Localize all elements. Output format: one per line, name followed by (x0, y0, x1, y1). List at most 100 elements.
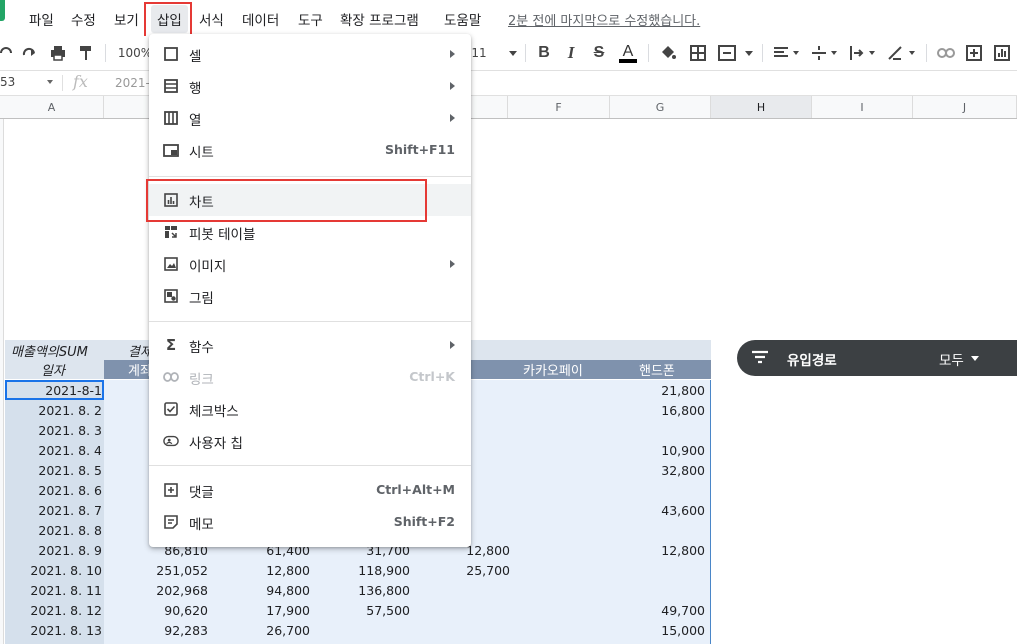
value-cell[interactable]: 25,700 (412, 560, 510, 580)
menu-item-people-chip[interactable]: 사용자 칩 (149, 425, 471, 457)
value-cell[interactable] (310, 620, 410, 640)
value-cell[interactable] (510, 520, 705, 540)
merge-dropdown-icon[interactable] (744, 43, 754, 63)
date-cell[interactable]: 2021. 8. 8 (5, 520, 102, 540)
date-cell[interactable]: 2021. 8. 11 (5, 580, 102, 600)
menu-item-checkbox[interactable]: 체크박스 (149, 393, 471, 425)
paint-format-icon[interactable] (76, 43, 96, 63)
menu-view[interactable]: 보기 (114, 9, 139, 29)
value-cell[interactable]: 26,700 (208, 620, 310, 640)
merge-cells-icon[interactable] (716, 43, 738, 63)
value-cell[interactable]: 92,283 (104, 620, 208, 640)
print-icon[interactable] (48, 43, 68, 63)
text-color-icon[interactable]: A (617, 43, 639, 63)
date-cell[interactable]: 2021. 8. 13 (5, 620, 102, 640)
value-cell[interactable]: 94,800 (208, 580, 310, 600)
value-cell[interactable]: 16,800 (510, 400, 705, 420)
pivot-values-label[interactable]: 매출액의SUM (11, 341, 88, 360)
value-cell[interactable]: 118,900 (310, 560, 410, 580)
menu-item-image[interactable]: 이미지 (149, 248, 471, 280)
menu-insert[interactable]: 삽입 (151, 5, 188, 33)
column-header-h[interactable]: H (711, 96, 812, 118)
value-cell[interactable]: 49,700 (510, 600, 705, 620)
value-cell[interactable]: 15,000 (510, 620, 705, 640)
strikethrough-icon[interactable]: S (590, 43, 608, 63)
chevron-down-icon[interactable] (971, 356, 979, 361)
date-cell[interactable]: 2021. 8. 5 (5, 460, 102, 480)
menu-item-column[interactable]: 열 (149, 102, 471, 134)
redo-icon[interactable] (20, 43, 40, 63)
filter-value[interactable]: 모두 (939, 349, 964, 369)
value-cell[interactable] (412, 600, 510, 620)
font-size-field[interactable]: 11 (471, 43, 486, 63)
date-cell[interactable]: 2021. 8. 7 (5, 500, 102, 520)
menu-item-note[interactable]: 메모 Shift+F2 (149, 506, 471, 538)
menu-item-cell[interactable]: 셀 (149, 38, 471, 70)
value-cell[interactable]: 57,500 (310, 600, 410, 620)
menu-item-chart[interactable]: 차트 (149, 184, 471, 216)
menu-item-function[interactable]: Σ 함수 (149, 329, 471, 361)
fill-color-icon[interactable] (658, 43, 678, 63)
value-cell[interactable]: 202,968 (104, 580, 208, 600)
date-cell[interactable]: 2021. 8. 2 (5, 400, 102, 420)
menu-item-row[interactable]: 행 (149, 70, 471, 102)
menu-item-drawing[interactable]: 그림 (149, 280, 471, 312)
borders-icon[interactable] (688, 43, 708, 63)
name-box-dropdown-icon[interactable] (47, 80, 53, 84)
sheets-logo-icon[interactable] (0, 0, 5, 21)
menu-file[interactable]: 파일 (29, 9, 54, 29)
text-rotation-icon[interactable] (886, 43, 918, 63)
horizontal-align-icon[interactable] (772, 43, 802, 63)
menu-item-sheet[interactable]: 시트 Shift+F11 (149, 134, 471, 166)
column-header-f[interactable]: F (508, 96, 610, 118)
date-cell[interactable]: 2021. 8. 9 (5, 540, 102, 560)
value-cell[interactable] (510, 480, 705, 500)
column-header-a[interactable]: A (0, 96, 104, 118)
value-cell[interactable]: 17,900 (208, 600, 310, 620)
menu-item-pivot-table[interactable]: 피봇 테이블 (149, 216, 471, 248)
value-cell[interactable]: 12,800 (208, 560, 310, 580)
date-cell[interactable]: 2021. 8. 10 (5, 560, 102, 580)
zoom-select[interactable]: 100% (118, 43, 152, 63)
value-cell[interactable]: 21,800 (510, 380, 705, 400)
column-header-j[interactable]: J (913, 96, 1017, 118)
menu-extensions[interactable]: 확장 프로그램 (340, 9, 419, 29)
value-cell[interactable]: 10,900 (510, 440, 705, 460)
value-cell[interactable] (412, 580, 510, 600)
date-cell[interactable]: 2021-8-1 (5, 380, 102, 400)
column-header-i[interactable]: I (812, 96, 913, 118)
menu-edit[interactable]: 수정 (71, 9, 96, 29)
date-cell[interactable]: 2021. 8. 12 (5, 600, 102, 620)
name-box[interactable]: 53 (0, 75, 15, 89)
value-cell[interactable]: 43,600 (510, 500, 705, 520)
vertical-align-icon[interactable] (810, 43, 840, 63)
value-cell[interactable]: 251,052 (104, 560, 208, 580)
value-cell[interactable]: 136,800 (310, 580, 410, 600)
date-cell[interactable]: 2021. 8. 3 (5, 420, 102, 440)
value-cell[interactable] (510, 580, 705, 600)
filter-chip[interactable]: 유입경로 모두 (737, 340, 1017, 376)
insert-link-icon[interactable] (936, 43, 956, 63)
menu-data[interactable]: 데이터 (242, 9, 279, 29)
last-edit-link[interactable]: 2분 전에 마지막으로 수정했습니다. (508, 10, 700, 29)
undo-icon[interactable] (0, 43, 14, 63)
value-cell[interactable] (412, 620, 510, 640)
value-cell[interactable] (510, 420, 705, 440)
value-cell[interactable]: 90,620 (104, 600, 208, 620)
menu-format[interactable]: 서식 (199, 9, 224, 29)
pivot-col-header-phone[interactable]: 핸드폰 (639, 360, 675, 379)
date-cell[interactable]: 2021. 8. 6 (5, 480, 102, 500)
value-cell[interactable]: 32,800 (510, 460, 705, 480)
date-cell[interactable]: 2021. 8. 4 (5, 440, 102, 460)
formula-input[interactable]: 2021- (115, 76, 150, 90)
menu-item-comment[interactable]: 댓글 Ctrl+Alt+M (149, 474, 471, 506)
font-size-dropdown-icon[interactable] (508, 43, 518, 63)
text-wrapping-icon[interactable] (848, 43, 878, 63)
bold-icon[interactable]: B (535, 43, 553, 63)
menu-help[interactable]: 도움말 (444, 9, 481, 29)
pivot-col-header-kakaopay[interactable]: 카카오페이 (523, 360, 583, 379)
italic-icon[interactable]: I (562, 43, 580, 63)
insert-chart-icon[interactable] (992, 43, 1012, 63)
menu-tools[interactable]: 도구 (298, 9, 323, 29)
value-cell[interactable] (510, 560, 705, 580)
